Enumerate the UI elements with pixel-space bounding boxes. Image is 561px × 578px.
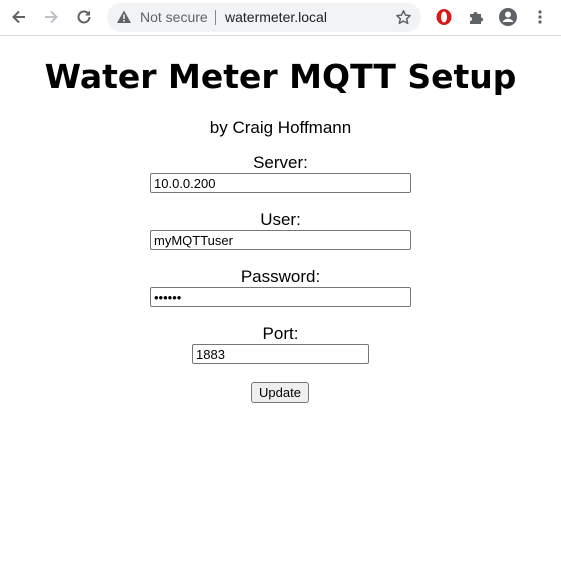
password-label: Password:	[240, 267, 321, 286]
port-input[interactable]	[192, 344, 369, 364]
author-byline: by Craig Hoffmann	[209, 118, 352, 137]
puzzle-icon[interactable]	[463, 4, 489, 30]
opera-extension-icon[interactable]	[431, 4, 457, 30]
forward-arrow-icon[interactable]	[38, 4, 64, 30]
port-label: Port:	[262, 324, 299, 343]
star-icon[interactable]	[395, 9, 412, 26]
warning-icon[interactable]	[116, 9, 132, 25]
browser-toolbar: Not secure watermeter.local	[0, 0, 561, 36]
user-label: User:	[260, 210, 301, 229]
password-input[interactable]	[150, 287, 411, 307]
profile-icon[interactable]	[495, 4, 521, 30]
back-arrow-icon[interactable]	[6, 4, 32, 30]
page-title: Water Meter MQTT Setup	[44, 57, 517, 96]
server-label: Server:	[253, 153, 308, 172]
server-input[interactable]	[150, 173, 411, 193]
url-divider	[215, 10, 216, 25]
address-bar[interactable]: Not secure watermeter.local	[107, 3, 421, 32]
reload-icon[interactable]	[71, 4, 97, 30]
user-input[interactable]	[150, 230, 411, 250]
kebab-menu-icon[interactable]	[527, 4, 553, 30]
update-button[interactable]: Update	[251, 382, 309, 403]
security-status[interactable]: Not secure	[140, 3, 208, 32]
url-text[interactable]: watermeter.local	[225, 3, 327, 32]
